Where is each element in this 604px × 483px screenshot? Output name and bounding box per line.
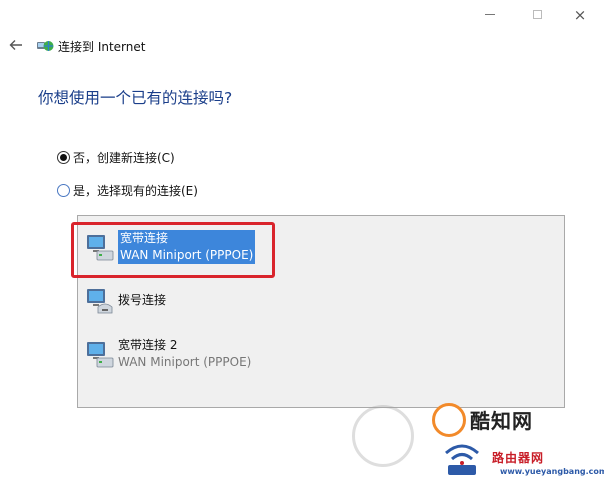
minimize-button[interactable] <box>480 6 500 24</box>
connection-name: 宽带连接 2 <box>118 338 178 352</box>
watermark-slogan: 路由器网 <box>492 451 545 465</box>
maximize-button[interactable] <box>527 6 547 24</box>
watermark-url: www.yueyangbang.com <box>500 467 604 476</box>
connection-item-broadband-2[interactable]: 宽带连接 2 WAN Miniport (PPPOE) <box>78 332 564 378</box>
back-arrow-icon <box>9 40 22 50</box>
wifi-router-icon <box>445 444 479 475</box>
network-connection-icon <box>87 342 114 368</box>
radio-label-create-new: 否，创建新连接(C) <box>73 151 175 165</box>
window-title: 连接到 Internet <box>58 40 146 54</box>
connection-item-dialup[interactable]: 拨号连接 <box>78 279 564 325</box>
highlight-annotation <box>71 222 275 278</box>
watermark-logo-icon <box>432 403 466 437</box>
radio-button-unchecked[interactable] <box>57 184 70 197</box>
back-button[interactable] <box>8 37 24 53</box>
minimize-icon <box>485 14 495 15</box>
network-globe-icon <box>36 38 54 52</box>
dialup-connection-icon <box>87 289 113 314</box>
watermark-brand: 酷知网 <box>470 409 533 433</box>
watermark-circle-icon <box>352 405 414 467</box>
connection-device: WAN Miniport (PPPOE) <box>118 355 252 369</box>
radio-label-use-existing: 是，选择现有的连接(E) <box>73 184 198 198</box>
radio-create-new[interactable]: 否，创建新连接(C) <box>57 149 175 166</box>
radio-button-checked[interactable] <box>57 151 70 164</box>
maximize-icon <box>532 10 542 19</box>
connection-name: 拨号连接 <box>118 293 167 307</box>
radio-use-existing[interactable]: 是，选择现有的连接(E) <box>57 182 198 199</box>
close-icon: × <box>573 6 587 24</box>
watermark: 酷知网 路由器网 www.yueyangbang.com <box>340 395 604 483</box>
close-button[interactable]: × <box>570 6 590 24</box>
page-title: 你想使用一个已有的连接吗? <box>38 89 233 107</box>
